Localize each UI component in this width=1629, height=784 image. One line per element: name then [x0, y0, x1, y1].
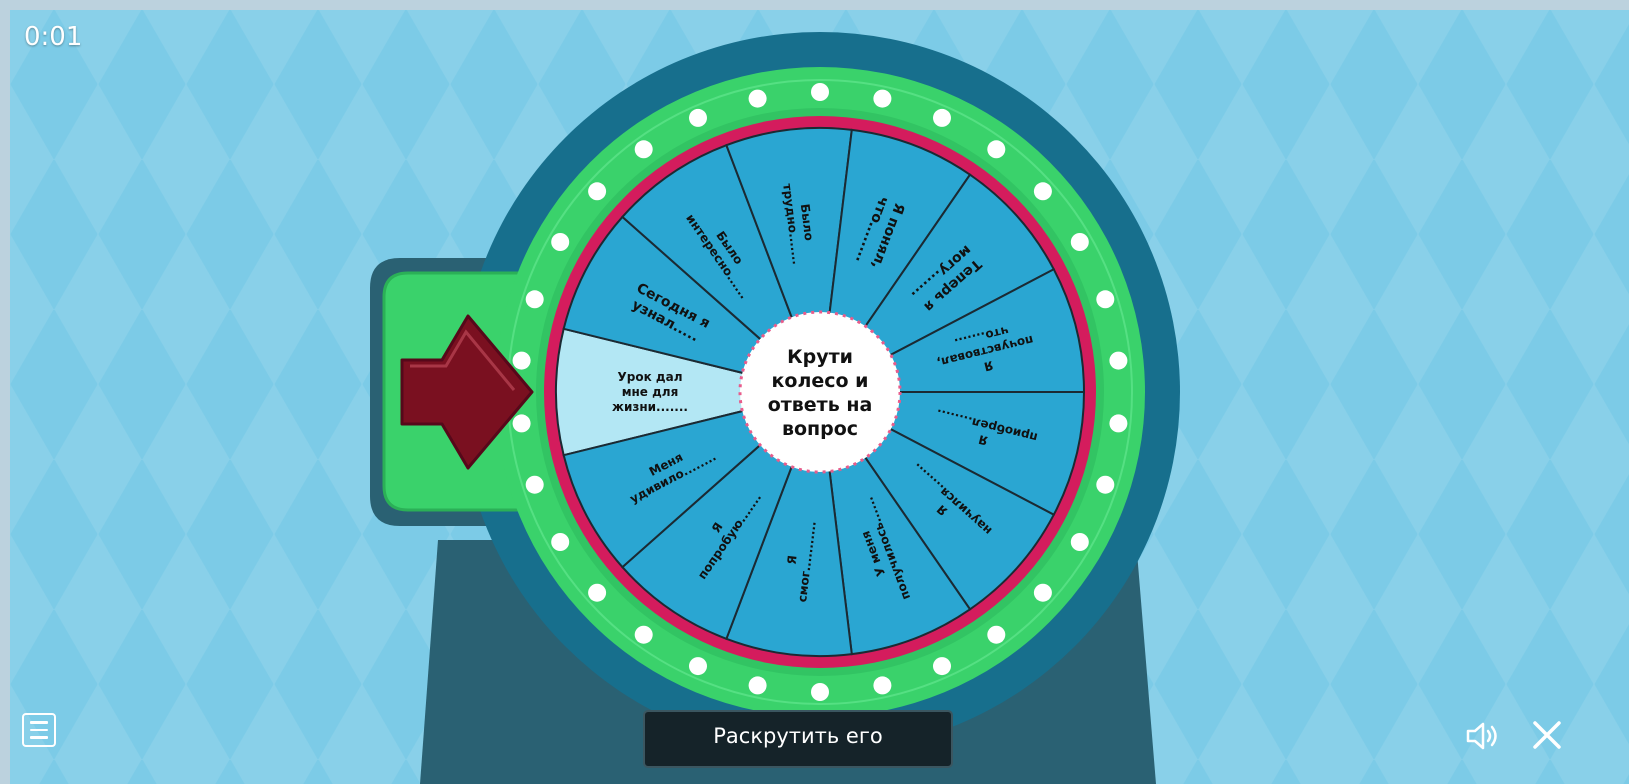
hamburger-menu-icon-bar [30, 736, 48, 739]
bulb-light [525, 290, 544, 309]
bulb-light [873, 676, 892, 695]
speaker-icon[interactable] [1464, 720, 1504, 752]
bulb-light [1070, 533, 1089, 551]
bulb-light [1033, 182, 1052, 201]
bulb-light [588, 182, 607, 201]
bulb-light [634, 140, 653, 159]
bulb-light [551, 233, 570, 251]
game-stage: 0:01 Урок дал мне для жизни....... Сегодня … [10, 10, 1629, 784]
wheel-graphic: Урок дал мне для жизни.......Сегодня яузна… [370, 32, 1180, 784]
bulb-light [689, 657, 707, 676]
bulb-light [1109, 351, 1128, 370]
bulb-light [1109, 414, 1128, 433]
bulb-light [512, 414, 531, 433]
bulb-light [1070, 233, 1089, 251]
bulb-light [525, 475, 544, 494]
bulb-light [987, 625, 1006, 644]
bulb-light [811, 683, 829, 701]
bulb-light [551, 533, 570, 551]
bulb-light [987, 140, 1006, 159]
bulb-light [748, 89, 767, 108]
bulb-light [689, 108, 707, 127]
bulb-light [1096, 475, 1115, 494]
bulb-light [748, 676, 767, 695]
bulb-light [1096, 290, 1115, 309]
spin-button[interactable]: Раскрутить его [643, 710, 953, 768]
bulb-light [588, 583, 607, 602]
hamburger-menu-icon [30, 721, 48, 724]
bulb-light [873, 89, 892, 108]
bulb-light [933, 657, 951, 676]
bulb-light [811, 83, 829, 101]
bulb-light [1033, 583, 1052, 602]
hamburger-menu-icon-bar [30, 728, 48, 732]
menu-button[interactable] [22, 713, 56, 747]
bulb-light [933, 108, 951, 127]
wheel-hub[interactable] [738, 310, 902, 474]
close-icon[interactable] [1530, 718, 1564, 752]
segment-label: Урок дал мне для жизни....... [612, 370, 688, 414]
bulb-light [634, 625, 653, 644]
bulb-light [512, 351, 531, 370]
